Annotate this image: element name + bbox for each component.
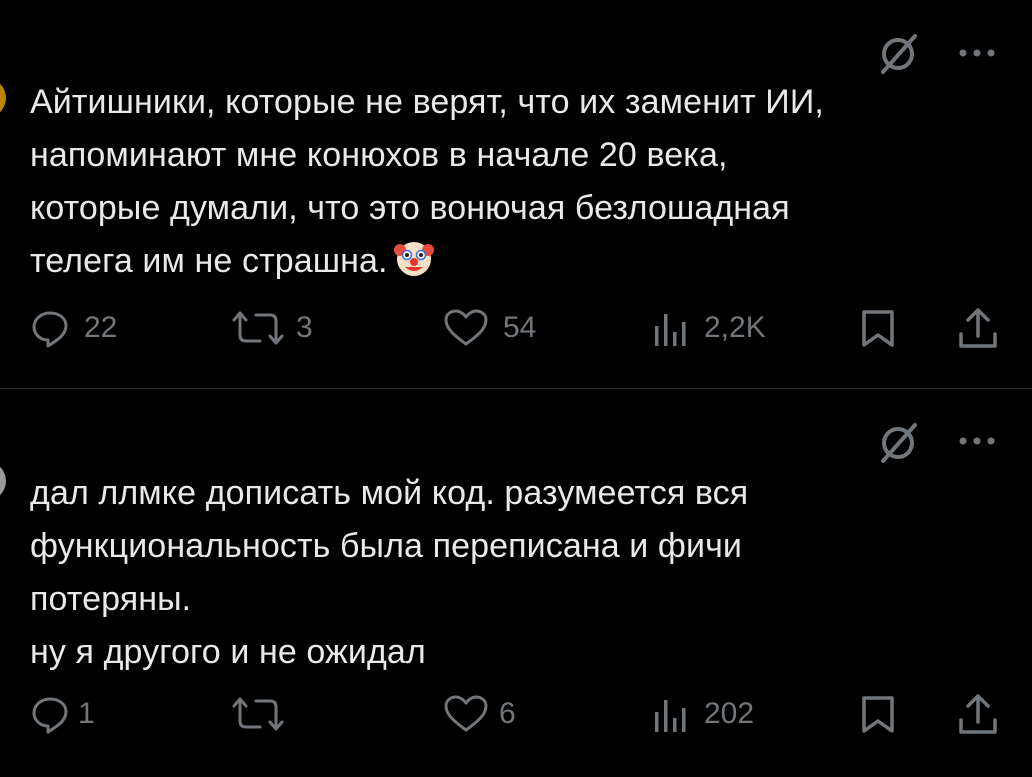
- post-2[interactable]: дал ллмке дописать мой код. разумеется в…: [0, 389, 1032, 777]
- repost-icon: [232, 311, 284, 345]
- clown-face-icon: [393, 238, 434, 278]
- views-button[interactable]: 2,2K: [652, 303, 766, 353]
- like-count: 54: [503, 311, 537, 344]
- views-count: 2,2K: [704, 311, 766, 344]
- post-text: Айтишники, которые не верят, что их заме…: [30, 83, 824, 280]
- share-icon: [959, 308, 997, 348]
- more-icon[interactable]: [957, 436, 997, 446]
- views-button[interactable]: 202: [652, 689, 754, 739]
- views-icon: [655, 700, 686, 732]
- share-icon: [959, 694, 997, 734]
- bookmark-icon: [862, 310, 894, 347]
- repost-icon: [232, 697, 284, 731]
- views-count: 202: [704, 697, 755, 730]
- bookmark-icon: [862, 696, 894, 733]
- repost-button[interactable]: 3: [228, 303, 313, 353]
- repost-count: 3: [296, 311, 313, 344]
- reply-count: 1: [78, 697, 95, 730]
- reply-icon: [32, 311, 68, 348]
- like-icon: [444, 695, 488, 732]
- share-button[interactable]: [958, 303, 998, 353]
- like-button[interactable]: 54: [443, 303, 536, 353]
- author-avatar[interactable]: [0, 461, 6, 501]
- grok-icon[interactable]: [876, 421, 920, 465]
- reply-count: 22: [84, 311, 118, 344]
- like-count: 6: [499, 697, 516, 730]
- grok-icon[interactable]: [876, 32, 920, 76]
- like-icon: [444, 309, 488, 346]
- like-button[interactable]: 6: [443, 689, 516, 739]
- post-actions: 22 3 54 2,2K: [0, 303, 1032, 353]
- more-icon[interactable]: [957, 48, 997, 58]
- share-button[interactable]: [958, 689, 998, 739]
- post-1[interactable]: Айтишники, которые не верят, что их заме…: [0, 0, 1032, 389]
- bookmark-button[interactable]: [860, 689, 896, 739]
- post-actions: 1 6 202: [0, 689, 1032, 739]
- post-text: дал ллмке дописать мой код. разумеется в…: [30, 474, 749, 671]
- bookmark-button[interactable]: [860, 303, 896, 353]
- views-icon: [655, 314, 686, 346]
- author-avatar[interactable]: [0, 78, 6, 118]
- reply-icon: [32, 697, 68, 734]
- reply-button[interactable]: 22: [30, 303, 117, 353]
- repost-button[interactable]: [228, 689, 302, 739]
- reply-button[interactable]: 1: [30, 689, 95, 739]
